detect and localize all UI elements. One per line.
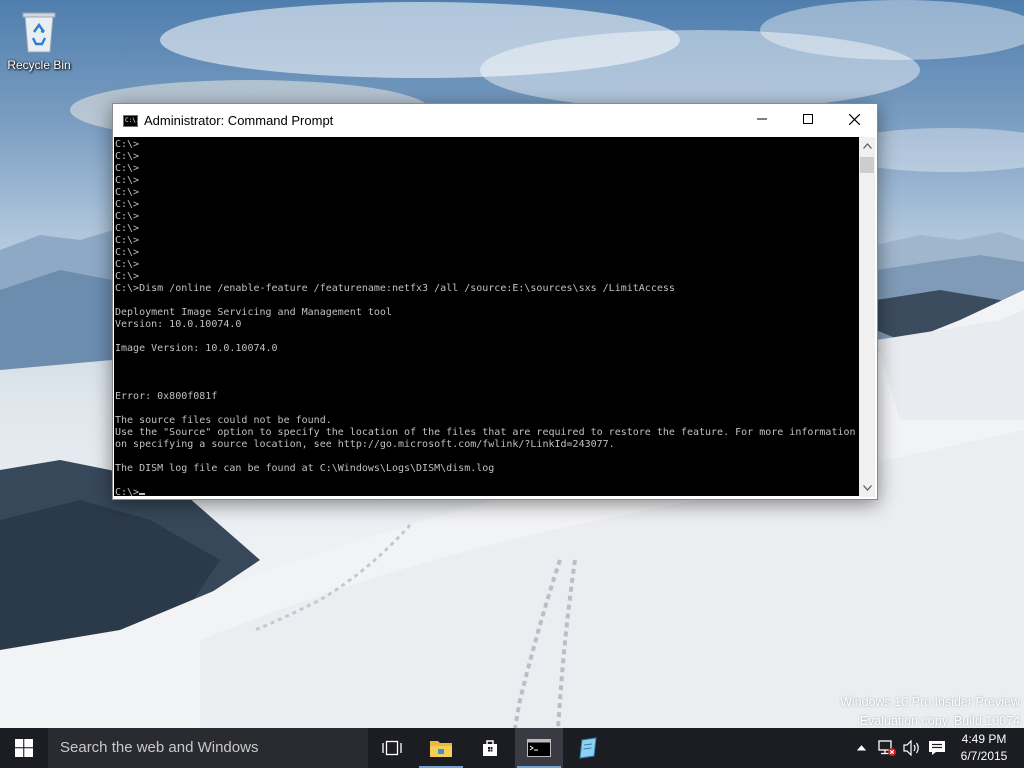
network-disconnected-icon (878, 740, 896, 756)
file-explorer-taskbar-button[interactable] (417, 728, 465, 768)
watermark-edition: Windows 10 Pro Insider Preview (840, 695, 1020, 709)
recycle-bin-label: Recycle Bin (7, 58, 71, 72)
task-view-button[interactable] (368, 728, 416, 768)
console-line: Version: 10.0.10074.0 (115, 319, 242, 330)
taskbar: Search the web and Windows 4:49 PM 6/7/2… (0, 728, 1024, 768)
store-bag-icon (483, 740, 497, 756)
console-line: The DISM log file can be found at C:\Win… (115, 463, 495, 474)
console-text: C:\> C:\> C:\> C:\> C:\> C:\> C:\> C:\> … (114, 137, 859, 496)
taskbar-search-box[interactable]: Search the web and Windows (48, 728, 368, 768)
command-prompt-app-icon[interactable]: C:\. (123, 115, 139, 127)
search-placeholder: Search the web and Windows (60, 739, 259, 756)
console-line: C:\>Dism /online /enable-feature /featur… (115, 283, 675, 294)
scrollbar-thumb[interactable] (860, 157, 874, 173)
console-line: C:\> (115, 247, 140, 258)
console-line: C:\> (115, 175, 140, 186)
close-button[interactable] (831, 104, 877, 134)
console-line: on specifying a source location, see htt… (115, 439, 615, 450)
console-line: Deployment Image Servicing and Managemen… (115, 307, 392, 318)
command-prompt-icon (527, 739, 551, 757)
window-title: Administrator: Command Prompt (144, 113, 334, 128)
console-line: C:\> (115, 139, 140, 150)
windows-logo-icon (15, 739, 33, 757)
scroll-down-button[interactable] (859, 479, 875, 497)
console-line: C:\> (115, 223, 140, 234)
console-line: C:\> (115, 199, 140, 210)
console-line: C:\> (115, 235, 140, 246)
start-button[interactable] (0, 728, 48, 768)
recycle-bin-icon (19, 8, 59, 54)
chevron-up-icon (862, 143, 872, 149)
minimize-button[interactable] (739, 104, 785, 134)
console-line: The source files could not be found. (115, 415, 332, 426)
maximize-button[interactable] (785, 104, 831, 134)
command-prompt-taskbar-button[interactable] (515, 728, 563, 768)
volume-button[interactable] (901, 728, 923, 768)
window-titlebar[interactable]: C:\. Administrator: Command Prompt (113, 104, 877, 137)
notification-icon (929, 741, 945, 755)
task-view-icon (382, 740, 402, 756)
text-cursor (139, 493, 146, 495)
console-line: C:\> (115, 151, 140, 162)
action-center-button[interactable] (926, 728, 948, 768)
minimize-icon (757, 118, 767, 120)
speaker-icon (903, 740, 919, 756)
console-line: Error: 0x800f081f (115, 391, 218, 402)
network-status-button[interactable] (874, 728, 900, 768)
notepad-icon (579, 737, 597, 759)
clock-date: 6/7/2015 (960, 749, 1008, 763)
console-line: Image Version: 10.0.10074.0 (115, 343, 278, 354)
chevron-up-icon (856, 745, 866, 751)
vertical-scrollbar[interactable] (859, 137, 875, 497)
console-line: C:\> (115, 163, 140, 174)
console-line: C:\> (115, 487, 140, 496)
console-line: C:\> (115, 271, 140, 282)
taskbar-clock[interactable]: 4:49 PM 6/7/2015 (958, 731, 1010, 765)
console-line: C:\> (115, 211, 140, 222)
build-watermark: Windows 10 Pro Insider Preview Evaluatio… (840, 693, 1020, 731)
folder-icon (430, 741, 452, 757)
scroll-up-button[interactable] (859, 137, 875, 155)
store-taskbar-button[interactable] (466, 728, 514, 768)
chevron-down-icon (862, 485, 872, 491)
console-line: C:\> (115, 259, 140, 270)
close-icon (848, 113, 860, 125)
recycle-bin-desktop-icon[interactable]: Recycle Bin (6, 8, 72, 72)
clock-time: 4:49 PM (961, 732, 1007, 746)
command-prompt-window[interactable]: C:\. Administrator: Command Prompt C:\> … (112, 103, 878, 500)
console-output[interactable]: C:\> C:\> C:\> C:\> C:\> C:\> C:\> C:\> … (114, 137, 859, 496)
show-hidden-icons-button[interactable] (852, 728, 870, 768)
maximize-icon (803, 114, 813, 124)
console-line: Use the "Source" option to specify the l… (115, 427, 856, 438)
notepad-taskbar-button[interactable] (564, 728, 612, 768)
console-line: C:\> (115, 187, 140, 198)
